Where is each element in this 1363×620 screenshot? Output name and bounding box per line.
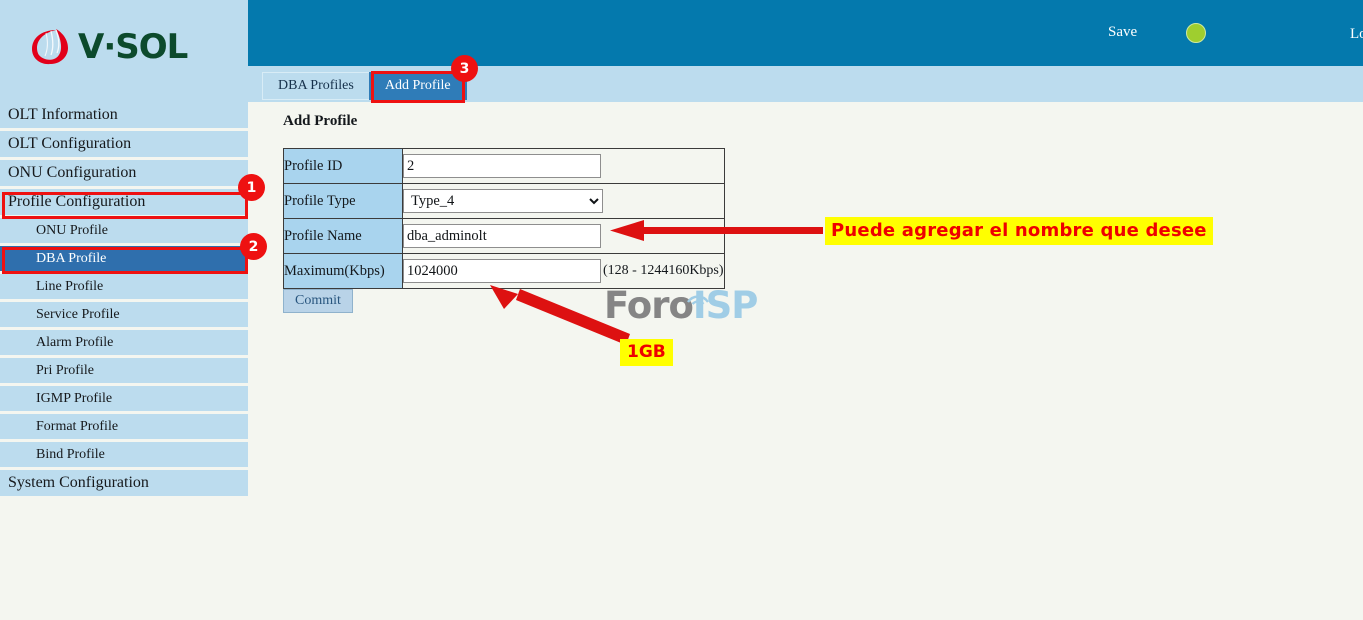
callout-profile-name: Puede agregar el nombre que desee xyxy=(825,217,1213,245)
label-maximum-kbps: Maximum(Kbps) xyxy=(283,253,403,289)
label-profile-name: Profile Name xyxy=(283,218,403,254)
save-button[interactable]: Save xyxy=(1108,24,1137,41)
vsol-flame-logo-icon xyxy=(26,24,72,70)
sidebar-item-igmp-profile[interactable]: IGMP Profile xyxy=(0,386,248,411)
table-row: Profile ID xyxy=(283,148,725,184)
sidebar-item-onu-configuration[interactable]: ONU Configuration xyxy=(0,160,248,186)
brand-name: V·SOL xyxy=(78,27,188,67)
foroisp-watermark: ForoISP xyxy=(604,284,758,327)
sidebar-item-profile-configuration[interactable]: Profile Configuration xyxy=(0,189,248,215)
profile-id-input[interactable] xyxy=(403,154,601,178)
step-badge-3: 3 xyxy=(451,55,478,82)
sidebar-item-system-configuration[interactable]: System Configuration xyxy=(0,470,248,496)
sidebar-item-onu-profile[interactable]: ONU Profile xyxy=(0,218,248,243)
logo-panel: V·SOL xyxy=(0,0,248,102)
sidebar-item-olt-configuration[interactable]: OLT Configuration xyxy=(0,131,248,157)
tab-add-profile[interactable]: Add Profile xyxy=(368,72,467,100)
sidebar-item-bind-profile[interactable]: Bind Profile xyxy=(0,442,248,467)
label-profile-type: Profile Type xyxy=(283,183,403,219)
watermark-text-foro: Foro xyxy=(604,284,694,327)
sidebar-item-dba-profile[interactable]: DBA Profile xyxy=(0,246,248,271)
step-badge-2: 2 xyxy=(240,233,267,260)
sidebar-item-service-profile[interactable]: Service Profile xyxy=(0,302,248,327)
step-badge-1: 1 xyxy=(238,174,265,201)
sidebar-item-alarm-profile[interactable]: Alarm Profile xyxy=(0,330,248,355)
page-title: Add Profile xyxy=(283,113,358,129)
tab-dba-profiles[interactable]: DBA Profiles xyxy=(262,72,369,100)
brand-logo[interactable]: V·SOL xyxy=(26,24,188,70)
wifi-antenna-icon xyxy=(685,275,711,305)
maximum-kbps-input[interactable] xyxy=(403,259,601,283)
sidebar-item-pri-profile[interactable]: Pri Profile xyxy=(0,358,248,383)
table-row: Profile Type Type_4 xyxy=(283,183,725,219)
profile-type-select[interactable]: Type_4 xyxy=(403,189,603,213)
callout-1gb: 1GB xyxy=(620,339,673,366)
label-profile-id: Profile ID xyxy=(283,148,403,184)
commit-button[interactable]: Commit xyxy=(283,289,353,313)
tab-list: DBA Profiles Add Profile xyxy=(262,72,467,100)
log-link[interactable]: Log xyxy=(1350,26,1363,43)
cell-profile-type: Type_4 xyxy=(402,183,725,219)
top-header-bar: Save Log Status ONU list Logout xyxy=(248,0,1363,66)
table-row: Profile Name xyxy=(283,218,725,254)
add-profile-form: Profile ID Profile Type Type_4 Profile N… xyxy=(283,148,725,289)
sidebar-nav: OLT Information OLT Configuration ONU Co… xyxy=(0,102,248,499)
cell-profile-name xyxy=(402,218,725,254)
sidebar-item-line-profile[interactable]: Line Profile xyxy=(0,274,248,299)
sidebar-item-format-profile[interactable]: Format Profile xyxy=(0,414,248,439)
sidebar-item-olt-information[interactable]: OLT Information xyxy=(0,102,248,128)
profile-name-input[interactable] xyxy=(403,224,601,248)
cell-profile-id xyxy=(402,148,725,184)
status-led-green-icon xyxy=(1186,23,1206,43)
